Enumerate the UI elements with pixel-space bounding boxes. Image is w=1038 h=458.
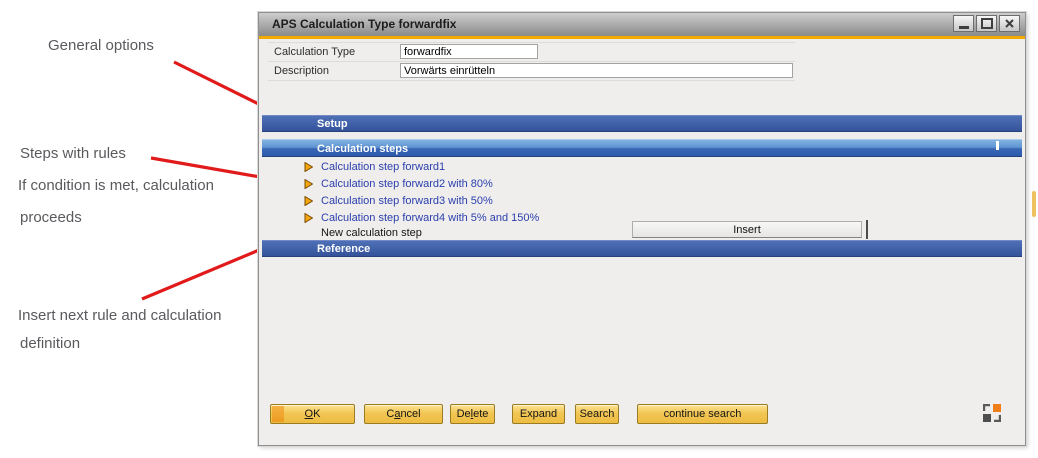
calculation-type-label: Calculation Type bbox=[274, 46, 355, 58]
section-header-calculation-steps[interactable]: Calculation steps bbox=[262, 139, 1022, 157]
step-link[interactable]: Calculation step forward4 with 5% and 15… bbox=[321, 212, 539, 224]
ok-button[interactable]: OK bbox=[270, 404, 355, 424]
step-expand-icon[interactable] bbox=[304, 162, 313, 172]
minimize-button[interactable] bbox=[953, 15, 974, 32]
step-link[interactable]: Calculation step forward3 with 50% bbox=[321, 195, 493, 207]
window-controls bbox=[953, 15, 1020, 32]
close-icon bbox=[1005, 19, 1014, 28]
calculation-step-row[interactable]: Calculation step forward2 with 80% bbox=[262, 175, 1022, 192]
annotation-steps-with-rules: Steps with rules bbox=[20, 145, 126, 162]
row-divider bbox=[268, 61, 795, 62]
annotation-general-options: General options bbox=[48, 37, 154, 54]
screenshot-canvas: General options Steps with rules If cond… bbox=[0, 0, 1038, 458]
aps-calculation-type-dialog: APS Calculation Type forwardfix bbox=[258, 12, 1026, 446]
annotation-condition-line2: proceeds bbox=[20, 209, 82, 226]
search-button[interactable]: Search bbox=[575, 404, 619, 424]
calculation-type-input[interactable] bbox=[400, 44, 538, 59]
resize-corner-icon[interactable] bbox=[983, 404, 1001, 422]
minimize-icon bbox=[959, 26, 969, 29]
section-header-reference[interactable]: Reference bbox=[262, 240, 1022, 257]
title-bar[interactable]: APS Calculation Type forwardfix bbox=[259, 13, 1025, 36]
expand-button[interactable]: Expand bbox=[512, 404, 565, 424]
calculation-step-row[interactable]: Calculation step forward3 with 50% bbox=[262, 192, 1022, 209]
window-title: APS Calculation Type forwardfix bbox=[272, 17, 456, 31]
edge-scroll-marker bbox=[1032, 191, 1036, 217]
row-divider bbox=[268, 80, 795, 81]
step-link[interactable]: Calculation step forward2 with 80% bbox=[321, 178, 493, 190]
maximize-button[interactable] bbox=[976, 15, 997, 32]
continue-search-button[interactable]: continue search bbox=[637, 404, 768, 424]
annotation-insert-note-line2: definition bbox=[20, 335, 80, 352]
insert-button-divider bbox=[866, 220, 868, 239]
description-input[interactable] bbox=[400, 63, 793, 78]
section-cursor-tick bbox=[996, 141, 999, 150]
calculation-step-row[interactable]: Calculation step forward1 bbox=[262, 158, 1022, 175]
section-header-setup[interactable]: Setup bbox=[262, 115, 1022, 132]
step-expand-icon[interactable] bbox=[304, 196, 313, 206]
step-expand-icon[interactable] bbox=[304, 213, 313, 223]
accent-line bbox=[259, 36, 1025, 39]
step-expand-icon[interactable] bbox=[304, 179, 313, 189]
description-label: Description bbox=[274, 65, 329, 77]
annotation-insert-note-line1: Insert next rule and calculation bbox=[18, 307, 221, 324]
insert-button[interactable]: Insert bbox=[632, 221, 862, 238]
new-calculation-step-label: New calculation step bbox=[321, 227, 422, 239]
close-button[interactable] bbox=[999, 15, 1020, 32]
delete-button[interactable]: Delete bbox=[450, 404, 495, 424]
row-divider bbox=[268, 42, 795, 43]
default-button-stripe bbox=[272, 406, 284, 422]
maximize-icon bbox=[981, 18, 993, 29]
annotation-condition-line1: If condition is met, calculation bbox=[18, 177, 214, 194]
step-link[interactable]: Calculation step forward1 bbox=[321, 161, 445, 173]
cancel-button[interactable]: Cancel bbox=[364, 404, 443, 424]
